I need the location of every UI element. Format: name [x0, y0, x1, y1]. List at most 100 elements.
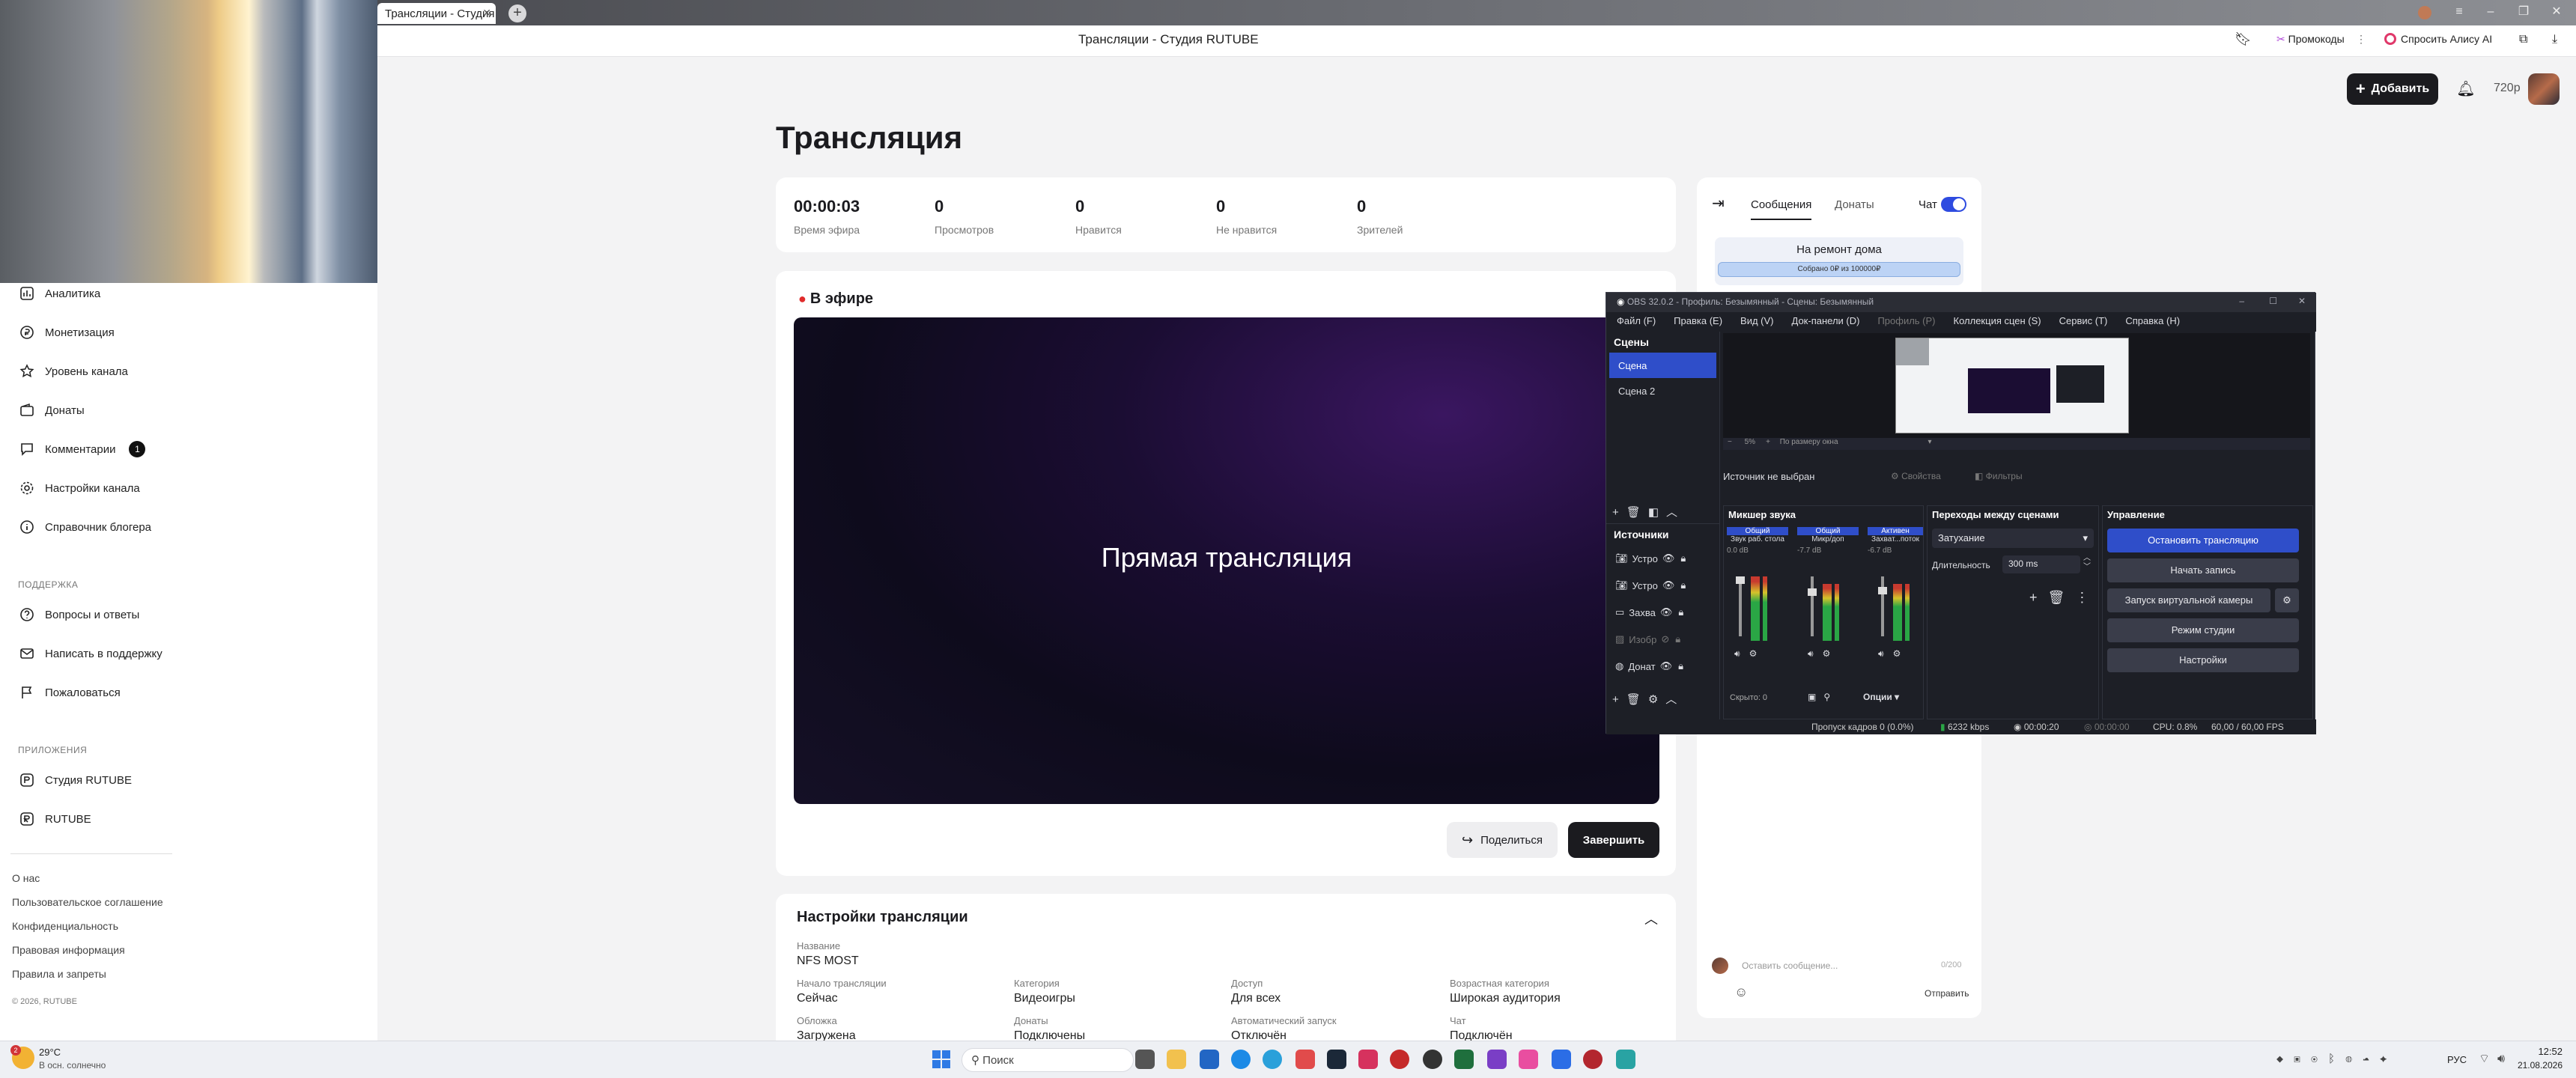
lock-icon[interactable]: 🔒︎ [1680, 579, 1686, 591]
filter-icon[interactable]: ◧ [1648, 506, 1666, 519]
zoom-out-icon[interactable]: − [1728, 438, 1734, 446]
profile-avatar[interactable] [2414, 3, 2435, 22]
trash-icon[interactable]: 🗑︎ [1626, 693, 1648, 706]
obs-scene-item[interactable]: Сцена 2 [1609, 378, 1716, 404]
obs-filters-button[interactable]: ◧ Фильтры [1975, 471, 2023, 481]
more-icon[interactable]: ⋮ [2075, 590, 2099, 605]
promo-link[interactable]: ✂ Промокоды [2276, 33, 2345, 46]
tray-icon[interactable]: ◉ [2311, 1053, 2328, 1065]
obs-maximize-icon[interactable]: ☐ [2269, 296, 2277, 306]
sidebar-item-channel-level[interactable]: Уровень канала [19, 360, 128, 383]
eye-icon[interactable]: 👁︎ [1662, 552, 1675, 564]
duration-input[interactable]: 300 ms [2002, 555, 2080, 573]
obs-menu-file[interactable]: Файл (F) [1617, 315, 1656, 329]
footer-link-privacy[interactable]: Конфиденциальность [12, 920, 118, 932]
volume-slider[interactable] [1878, 576, 1887, 636]
obs-scene-item[interactable]: Сцена [1609, 353, 1716, 378]
volume-slider[interactable] [1736, 576, 1745, 636]
app-icon[interactable] [1552, 1050, 1571, 1069]
sidebar-item-channel-settings[interactable]: Настройки канала [19, 477, 140, 499]
emoji-icon[interactable]: ☺ [1734, 984, 1748, 1000]
clock-time[interactable]: 12:52 [2525, 1046, 2563, 1057]
gear-icon[interactable]: ⚙ [1648, 693, 1665, 706]
maximize-icon[interactable]: ❐ [2513, 3, 2534, 22]
add-icon[interactable]: + [2029, 590, 2048, 605]
quality-label[interactable]: 720p [2494, 82, 2521, 95]
gear-icon[interactable]: ⚙ [1749, 648, 1767, 659]
transition-select[interactable]: Затухание ▾ [1932, 529, 2094, 548]
menu-icon[interactable]: ≡ [2449, 3, 2470, 22]
obs-source-item[interactable]: ▨ Изобр ⊘ 🔒︎ [1606, 626, 1719, 653]
close-window-icon[interactable]: ✕ [2546, 3, 2567, 22]
footer-link-rules[interactable]: Правила и запреты [12, 968, 106, 980]
obs-menu-view[interactable]: Вид (V) [1740, 315, 1773, 329]
chat-toggle[interactable] [1941, 197, 1966, 212]
obs-source-item[interactable]: ◍ Донат 👁︎ 🔒︎ [1606, 653, 1719, 680]
store-icon[interactable] [1200, 1050, 1219, 1069]
lock-icon[interactable]: 🔒︎ [1680, 552, 1686, 564]
sidebar-item-rutube[interactable]: RUTUBE [19, 808, 91, 830]
app-icon[interactable] [1519, 1050, 1538, 1069]
obs-menu-edit[interactable]: Правка (E) [1674, 315, 1722, 329]
speaker-icon[interactable]: 🔊︎ [1808, 648, 1823, 659]
sidebar-item-analytics[interactable]: Аналитика [19, 282, 100, 305]
app-icon[interactable] [1358, 1050, 1378, 1069]
task-view-icon[interactable] [1135, 1050, 1155, 1069]
volume-slider[interactable] [1808, 576, 1817, 636]
bluetooth-icon[interactable]: ᛒ [2328, 1053, 2345, 1065]
obs-preview[interactable] [1723, 333, 2310, 438]
language-indicator[interactable]: РУС [2447, 1054, 2467, 1065]
zoom-in-icon[interactable]: + [1766, 438, 1772, 446]
trash-icon[interactable]: 🗑︎ [1626, 506, 1648, 519]
speaker-icon[interactable]: 🔊︎ [1878, 648, 1893, 659]
downloads-icon[interactable]: ⤓ [2552, 33, 2557, 46]
add-icon[interactable]: + [1612, 693, 1626, 706]
speaker-icon[interactable]: 🔊︎ [1734, 648, 1749, 659]
virtual-camera-button[interactable]: Запуск виртуальной камеры [2107, 588, 2270, 612]
obs-source-item[interactable]: ▭ Захва 👁︎ 🔒︎ [1606, 599, 1719, 626]
gear-icon[interactable]: ⚙ [1893, 648, 1910, 659]
tray-icon[interactable]: ◆ [2276, 1053, 2294, 1065]
app-icon[interactable] [1616, 1050, 1635, 1069]
browser-tab[interactable]: Трансляции - Студия R ✕ [377, 3, 496, 24]
minimize-icon[interactable]: – [2480, 3, 2501, 22]
close-tab-icon[interactable]: ✕ [482, 7, 491, 19]
eye-icon[interactable]: 👁︎ [1660, 660, 1673, 672]
start-recording-button[interactable]: Начать запись [2107, 558, 2299, 582]
wifi-icon[interactable]: ⌔ [2479, 1053, 2497, 1065]
virtual-camera-settings-icon[interactable]: ⚙ [2275, 588, 2299, 612]
eye-off-icon[interactable]: ⊘ [1661, 633, 1669, 645]
tab-donations[interactable]: Донаты [1835, 198, 1874, 211]
avatar[interactable] [2528, 73, 2560, 105]
sidebar-item-blogger-guide[interactable]: Справочник блогера [19, 516, 151, 538]
new-tab-button[interactable]: + [508, 4, 526, 22]
more-icon[interactable]: ⋮ [2356, 33, 2366, 46]
clock-date[interactable]: 21.08.2026 [2515, 1060, 2563, 1071]
volume-icon[interactable]: 🔊︎ [2497, 1053, 2512, 1065]
obs-menu-scene-collection[interactable]: Коллекция сцен (S) [1954, 315, 2041, 329]
chevron-down-icon[interactable]: ▾ [1928, 438, 1932, 446]
obs-properties-button[interactable]: ⚙ Свойства [1891, 471, 1941, 481]
bookmark-icon[interactable]: 🔖︎ [2235, 31, 2252, 47]
chat-input[interactable]: Оставить сообщение... [1742, 960, 1838, 971]
trash-icon[interactable]: 🗑︎ [2048, 590, 2076, 605]
sidebar-item-faq[interactable]: Вопросы и ответы [19, 603, 139, 626]
obs-menu-tools[interactable]: Сервис (T) [2059, 315, 2108, 329]
footer-link-legal[interactable]: Правовая информация [12, 944, 125, 956]
obs-menu-profile[interactable]: Профиль (P) [1877, 315, 1935, 329]
sidebar-item-monetization[interactable]: Монетизация [19, 321, 115, 344]
collapse-chat-icon[interactable]: ⇥ [1712, 194, 1725, 213]
steam-icon[interactable] [1327, 1050, 1346, 1069]
obs-close-icon[interactable]: ✕ [2298, 296, 2306, 306]
yandex-browser-icon[interactable] [1295, 1050, 1315, 1069]
sidebar-item-report[interactable]: Пожаловаться [19, 681, 121, 704]
tray-icon[interactable]: ▣ [2294, 1053, 2311, 1065]
app-icon[interactable] [1583, 1050, 1603, 1069]
tab-messages[interactable]: Сообщения [1751, 198, 1812, 220]
finish-button[interactable]: Завершить [1568, 822, 1659, 858]
footer-link-terms[interactable]: Пользовательское соглашение [12, 896, 163, 908]
studio-mode-button[interactable]: Режим студии [2107, 618, 2299, 642]
obs-minimize-icon[interactable]: – [2239, 296, 2244, 306]
duration-stepper[interactable]: ︿ ﹀ [2083, 554, 2091, 572]
weather-icon[interactable]: 2 [10, 1045, 34, 1069]
